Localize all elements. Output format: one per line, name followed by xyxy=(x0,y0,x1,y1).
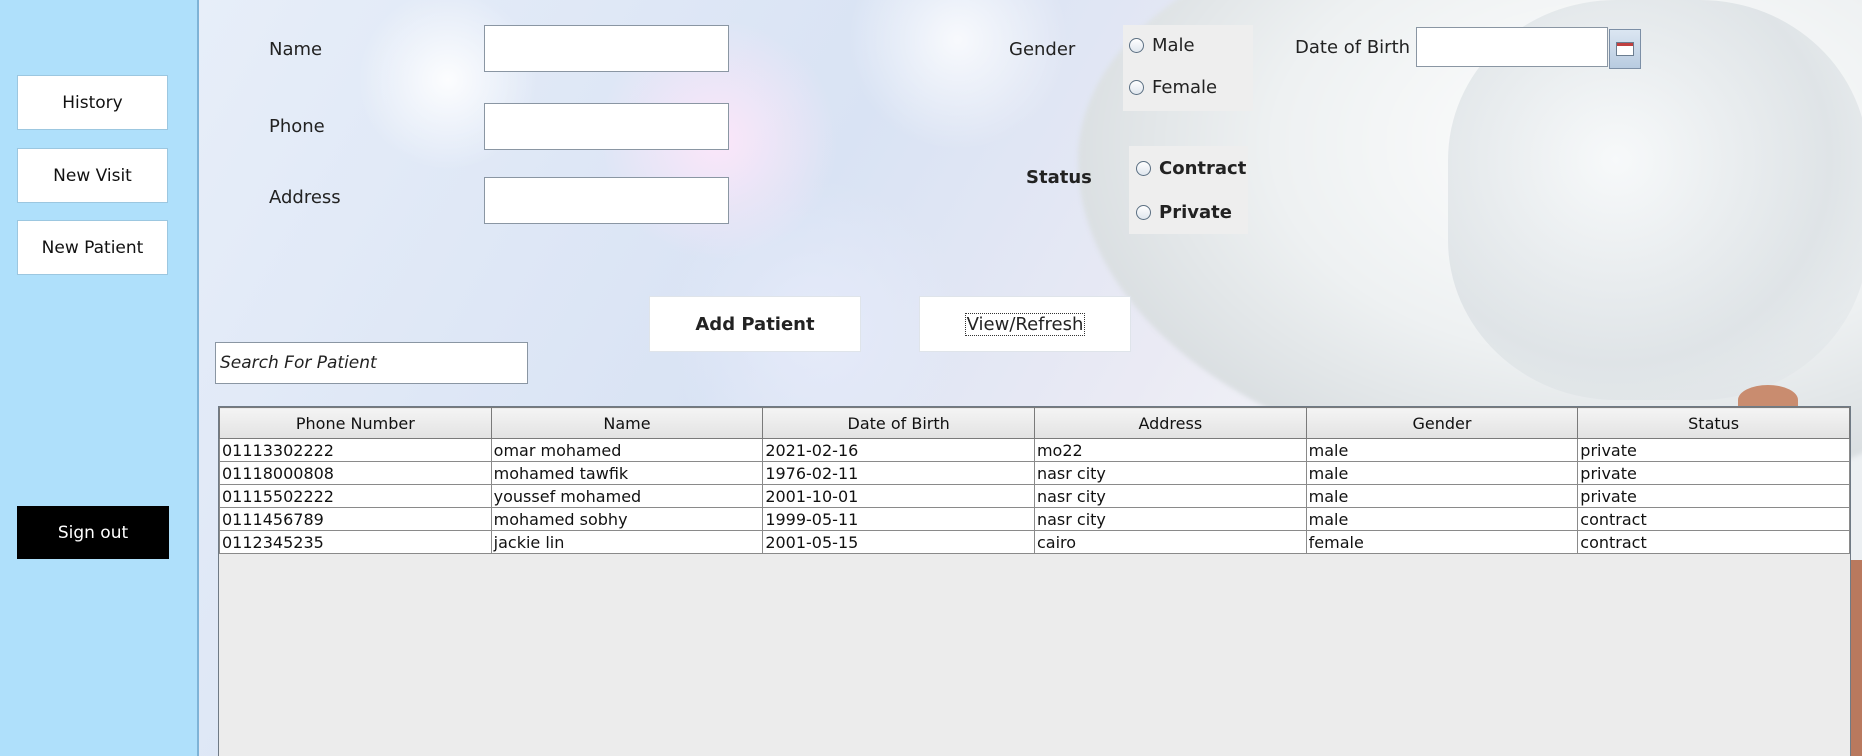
table-row[interactable]: 01118000808 mohamed tawfik 1976-02-11 na… xyxy=(219,461,1850,485)
cell-address: nasr city xyxy=(1033,484,1307,508)
status-contract-radio[interactable]: Contract xyxy=(1136,158,1246,179)
address-label: Address xyxy=(269,187,341,208)
cell-status: private xyxy=(1577,461,1850,485)
gender-female-label: Female xyxy=(1152,77,1218,98)
cell-address: nasr city xyxy=(1033,507,1307,531)
cell-name: omar mohamed xyxy=(490,438,764,462)
dob-field[interactable] xyxy=(1416,27,1608,67)
view-refresh-label: View/Refresh xyxy=(964,312,1086,336)
table-row[interactable]: 01113302222 omar mohamed 2021-02-16 mo22… xyxy=(219,438,1850,462)
cell-phone: 0112345235 xyxy=(219,530,492,554)
status-radio-group: Contract Private xyxy=(1129,146,1248,234)
gender-male-label: Male xyxy=(1152,35,1195,56)
phone-field[interactable] xyxy=(484,103,729,150)
gender-male-radio[interactable]: Male xyxy=(1129,35,1195,56)
cell-dob: 2021-02-16 xyxy=(762,438,1035,462)
cell-name: mohamed tawfik xyxy=(490,461,764,485)
table-header-row: Phone Number Name Date of Birth Address … xyxy=(219,407,1850,439)
status-private-radio[interactable]: Private xyxy=(1136,202,1232,223)
calendar-icon xyxy=(1616,42,1634,56)
column-header-address[interactable]: Address xyxy=(1033,407,1307,439)
radio-circle-icon xyxy=(1129,38,1144,53)
status-contract-label: Contract xyxy=(1159,158,1247,179)
radio-circle-icon xyxy=(1129,80,1144,95)
search-input[interactable] xyxy=(215,342,528,384)
sidebar: History New Visit New Patient Sign out xyxy=(0,0,199,756)
gender-radio-group: Male Female xyxy=(1123,25,1253,111)
cell-gender: female xyxy=(1305,530,1579,554)
view-refresh-button[interactable]: View/Refresh xyxy=(919,296,1131,352)
cell-dob: 1976-02-11 xyxy=(762,461,1035,485)
cell-name: jackie lin xyxy=(490,530,764,554)
column-header-gender[interactable]: Gender xyxy=(1305,407,1579,439)
cell-phone: 0111456789 xyxy=(219,507,492,531)
address-field[interactable] xyxy=(484,177,729,224)
status-label: Status xyxy=(1026,167,1092,188)
table-row[interactable]: 0111456789 mohamed sobhy 1999-05-11 nasr… xyxy=(219,507,1850,531)
cell-phone: 01118000808 xyxy=(219,461,492,485)
cell-name: youssef mohamed xyxy=(490,484,764,508)
cell-status: contract xyxy=(1577,530,1850,554)
radio-circle-icon xyxy=(1136,161,1151,176)
sign-out-button[interactable]: Sign out xyxy=(17,506,169,559)
cell-dob: 2001-05-15 xyxy=(762,530,1035,554)
date-picker-button[interactable] xyxy=(1609,29,1641,69)
table-row[interactable]: 0112345235 jackie lin 2001-05-15 cairo f… xyxy=(219,530,1850,554)
column-header-name[interactable]: Name xyxy=(490,407,764,439)
cell-gender: male xyxy=(1305,438,1579,462)
gender-female-radio[interactable]: Female xyxy=(1129,77,1217,98)
patients-table[interactable]: Phone Number Name Date of Birth Address … xyxy=(218,406,1851,756)
cell-status: private xyxy=(1577,484,1850,508)
cell-phone: 01113302222 xyxy=(219,438,492,462)
gender-label: Gender xyxy=(1009,39,1076,60)
cell-gender: male xyxy=(1305,461,1579,485)
phone-label: Phone xyxy=(269,116,325,137)
cell-status: contract xyxy=(1577,507,1850,531)
name-label: Name xyxy=(269,39,323,60)
new-patient-button[interactable]: New Patient xyxy=(17,220,168,275)
cell-address: cairo xyxy=(1033,530,1307,554)
radio-circle-icon xyxy=(1136,205,1151,220)
cell-address: mo22 xyxy=(1033,438,1307,462)
status-private-label: Private xyxy=(1159,202,1232,223)
column-header-dob[interactable]: Date of Birth xyxy=(762,407,1035,439)
cell-dob: 1999-05-11 xyxy=(762,507,1035,531)
cell-phone: 01115502222 xyxy=(219,484,492,508)
column-header-phone[interactable]: Phone Number xyxy=(219,407,492,439)
cell-name: mohamed sobhy xyxy=(490,507,764,531)
cell-status: private xyxy=(1577,438,1850,462)
cell-gender: male xyxy=(1305,507,1579,531)
cell-gender: male xyxy=(1305,484,1579,508)
new-visit-button[interactable]: New Visit xyxy=(17,148,168,203)
add-patient-button[interactable]: Add Patient xyxy=(649,296,861,352)
dob-label: Date of Birth xyxy=(1295,37,1411,58)
cell-address: nasr city xyxy=(1033,461,1307,485)
column-header-status[interactable]: Status xyxy=(1577,407,1850,439)
table-row[interactable]: 01115502222 youssef mohamed 2001-10-01 n… xyxy=(219,484,1850,508)
name-field[interactable] xyxy=(484,25,729,72)
history-button[interactable]: History xyxy=(17,75,168,130)
cell-dob: 2001-10-01 xyxy=(762,484,1035,508)
